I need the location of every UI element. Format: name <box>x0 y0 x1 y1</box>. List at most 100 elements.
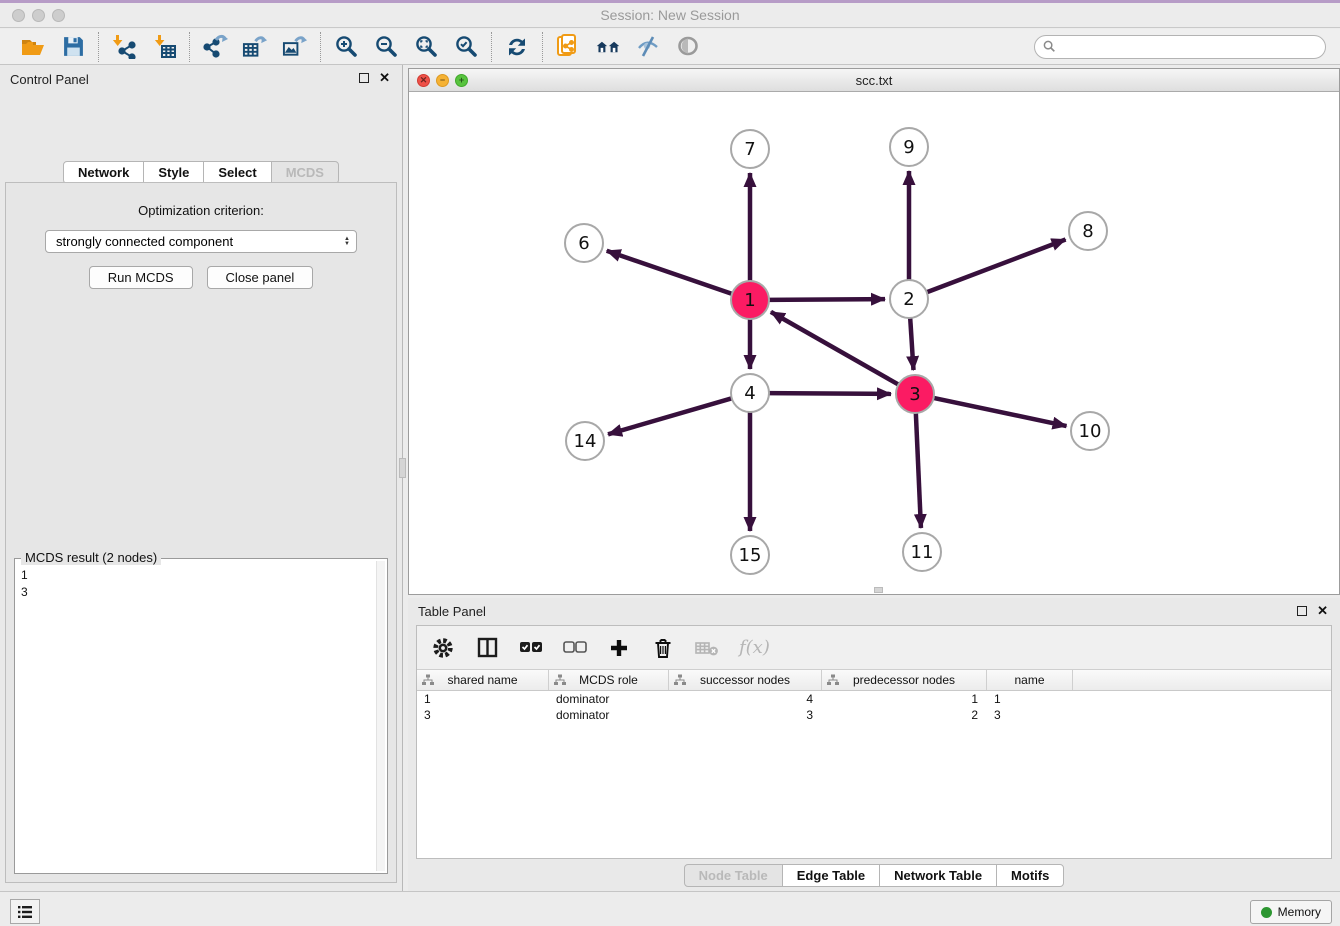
result-scrollbar[interactable] <box>376 561 385 871</box>
export-network-icon[interactable] <box>202 34 228 60</box>
delete-table-icon <box>695 636 719 660</box>
tab-node-table[interactable]: Node Table <box>684 864 783 887</box>
mcds-result-title: MCDS result (2 nodes) <box>21 550 161 565</box>
tab-style[interactable]: Style <box>143 161 204 184</box>
control-panel-close-icon[interactable]: ✕ <box>379 70 390 86</box>
control-panel: Control Panel ✕ NetworkStyleSelectMCDS O… <box>0 65 403 891</box>
column-header-predecessor-nodes[interactable]: predecessor nodes <box>822 670 987 690</box>
graph-node-11[interactable]: 11 <box>902 532 942 572</box>
graph-node-14[interactable]: 14 <box>565 421 605 461</box>
zoom-fit-icon[interactable] <box>413 34 439 60</box>
tab-network-table[interactable]: Network Table <box>879 864 997 887</box>
graph-node-3[interactable]: 3 <box>895 374 935 414</box>
column-header-MCDS-role[interactable]: MCDS role <box>549 670 669 690</box>
table-panel-title: Table Panel <box>418 604 486 619</box>
select-stepper-icon: ▲▼ <box>344 237 350 247</box>
table-panel: Table Panel ✕ f(x) <box>408 598 1340 891</box>
table-row[interactable]: 1dominator411 <box>417 691 1331 707</box>
search-icon <box>1043 40 1056 53</box>
zoom-selected-icon[interactable] <box>453 34 479 60</box>
task-history-button[interactable] <box>10 899 40 924</box>
graph-node-6[interactable]: 6 <box>564 223 604 263</box>
export-table-icon[interactable] <box>242 34 268 60</box>
optimization-criterion-select[interactable]: strongly connected component ▲▼ <box>45 230 357 253</box>
graph-edge-3-1[interactable] <box>771 312 899 385</box>
hide-selected-icon[interactable] <box>635 34 661 60</box>
table-cell: 3 <box>987 707 1073 723</box>
table-cell: 1 <box>822 691 987 707</box>
graph-edge-4-3[interactable] <box>769 393 891 394</box>
table-cell: 1 <box>417 691 549 707</box>
column-header-name[interactable]: name <box>987 670 1073 690</box>
graph-node-2[interactable]: 2 <box>889 279 929 319</box>
graph-node-9[interactable]: 9 <box>889 127 929 167</box>
save-session-icon[interactable] <box>60 34 86 60</box>
column-header-successor-nodes[interactable]: successor nodes <box>669 670 822 690</box>
column-layout-icon[interactable] <box>475 636 499 660</box>
graph-edge-2-8[interactable] <box>927 240 1066 293</box>
open-session-icon[interactable] <box>20 34 46 60</box>
panel-splitter-handle[interactable] <box>399 458 406 478</box>
table-panel-float-icon[interactable] <box>1297 606 1307 616</box>
tab-motifs[interactable]: Motifs <box>996 864 1064 887</box>
column-header-shared-name[interactable]: shared name <box>417 670 549 690</box>
memory-button-label: Memory <box>1278 905 1321 919</box>
column-tree-icon <box>554 674 566 686</box>
zoom-out-icon[interactable] <box>373 34 399 60</box>
optimization-criterion-value: strongly connected component <box>56 234 344 249</box>
table-cell: 1 <box>987 691 1073 707</box>
application-window: Session: New Session <box>0 0 1340 926</box>
table-cell: 2 <box>822 707 987 723</box>
table-cell: 4 <box>669 691 822 707</box>
network-canvas[interactable]: 7 9 6 8 1 2 4 3 14 10 15 11 <box>409 92 1339 594</box>
import-network-icon[interactable] <box>111 34 137 60</box>
import-table-icon[interactable] <box>151 34 177 60</box>
network-title: scc.txt <box>409 73 1339 88</box>
graph-edge-1-6[interactable] <box>607 251 732 294</box>
network-splitter-handle[interactable] <box>874 587 883 593</box>
graph-edge-3-10[interactable] <box>934 398 1067 426</box>
graph-node-1[interactable]: 1 <box>730 280 770 320</box>
select-all-icon[interactable] <box>519 636 543 660</box>
tab-mcds[interactable]: MCDS <box>271 161 339 184</box>
graph-node-8[interactable]: 8 <box>1068 211 1108 251</box>
graph-edge-2-3[interactable] <box>910 318 913 370</box>
column-tree-icon <box>422 674 434 686</box>
show-all-icon[interactable] <box>675 34 701 60</box>
graph-edge-3-11[interactable] <box>916 413 921 528</box>
tab-network[interactable]: Network <box>63 161 144 184</box>
graph-node-4[interactable]: 4 <box>730 373 770 413</box>
close-panel-button[interactable]: Close panel <box>207 266 314 289</box>
graph-edge-4-14[interactable] <box>608 398 732 434</box>
graph-node-10[interactable]: 10 <box>1070 411 1110 451</box>
first-neighbors-icon[interactable] <box>595 34 621 60</box>
search-box[interactable] <box>1034 35 1326 59</box>
table-cell: dominator <box>549 707 669 723</box>
control-panel-float-icon[interactable] <box>359 73 369 83</box>
zoom-in-icon[interactable] <box>333 34 359 60</box>
graph-edge-1-2[interactable] <box>769 299 885 300</box>
tab-select[interactable]: Select <box>203 161 271 184</box>
graph-node-7[interactable]: 7 <box>730 129 770 169</box>
export-image-icon[interactable] <box>282 34 308 60</box>
table-settings-gear-icon[interactable] <box>431 636 455 660</box>
table-cell: 3 <box>669 707 822 723</box>
network-view-window: ✕ − + scc.txt 7968124314101511 <box>408 68 1340 595</box>
deselect-all-icon[interactable] <box>563 636 587 660</box>
graph-node-15[interactable]: 15 <box>730 535 770 575</box>
status-bar: Memory <box>0 891 1340 926</box>
memory-button[interactable]: Memory <box>1250 900 1332 924</box>
add-column-icon[interactable] <box>607 636 631 660</box>
mcds-panel: Optimization criterion: strongly connect… <box>5 182 397 883</box>
delete-column-trash-icon[interactable] <box>651 636 675 660</box>
table-panel-close-icon[interactable]: ✕ <box>1317 603 1328 619</box>
apply-layout-icon[interactable] <box>504 34 530 60</box>
run-mcds-button[interactable]: Run MCDS <box>89 266 193 289</box>
optimization-criterion-label: Optimization criterion: <box>6 203 396 218</box>
window-titlebar: Session: New Session <box>0 3 1340 28</box>
memory-status-dot <box>1261 907 1272 918</box>
tab-edge-table[interactable]: Edge Table <box>782 864 880 887</box>
search-input[interactable] <box>1061 39 1317 55</box>
clone-network-icon[interactable] <box>555 34 581 60</box>
table-row[interactable]: 3dominator323 <box>417 707 1331 723</box>
